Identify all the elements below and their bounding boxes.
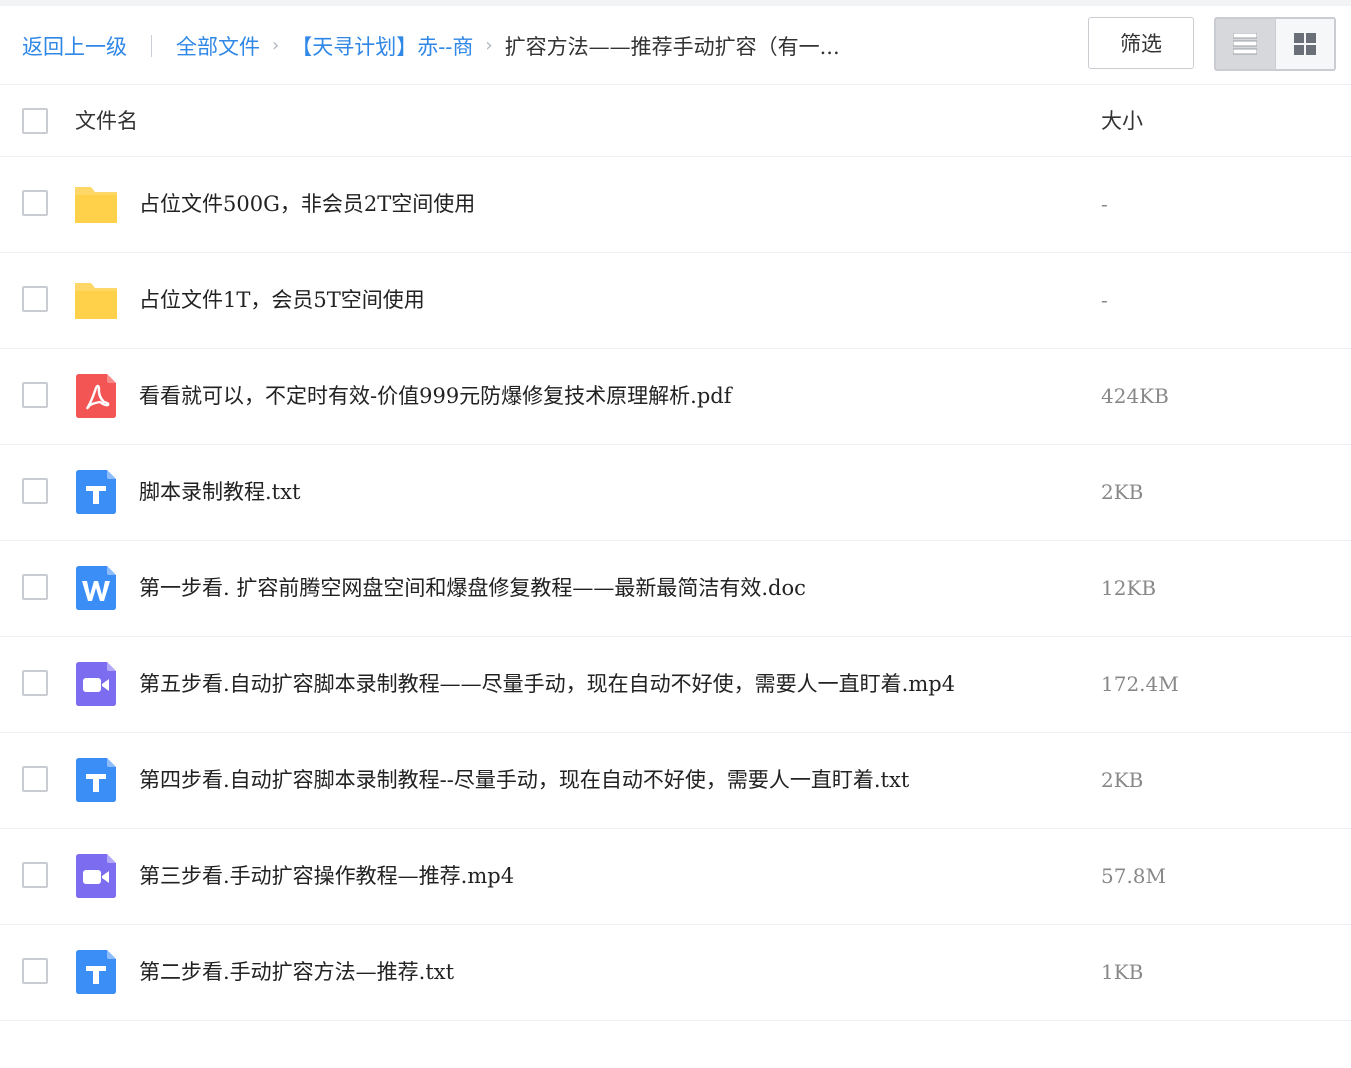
breadcrumb-parent-folder[interactable]: 【天寻计划】赤--商 [291, 31, 473, 61]
pdf-file-icon [76, 374, 116, 418]
file-name[interactable]: 第二步看.手动扩容方法—推荐.txt [139, 925, 454, 1019]
file-checkbox[interactable] [22, 382, 48, 408]
file-name[interactable]: 第五步看.自动扩容脚本录制教程——尽量手动，现在自动不好使，需要人一直盯着.mp… [139, 637, 955, 731]
file-checkbox[interactable] [22, 670, 48, 696]
file-row[interactable]: 占位文件1T，会员5T空间使用 - [0, 253, 1351, 349]
file-name[interactable]: 看看就可以，不定时有效-价值999元防爆修复技术原理解析.pdf [139, 349, 732, 443]
file-size: 1KB [1101, 960, 1144, 984]
select-all-checkbox[interactable] [22, 108, 48, 134]
file-name[interactable]: 占位文件1T，会员5T空间使用 [139, 253, 425, 347]
file-row[interactable]: 占位文件500G，非会员2T空间使用 - [0, 157, 1351, 253]
file-row[interactable]: 第四步看.自动扩容脚本录制教程--尽量手动，现在自动不好使，需要人一直盯着.tx… [0, 733, 1351, 829]
file-checkbox[interactable] [22, 478, 48, 504]
back-link[interactable]: 返回上一级 [22, 31, 127, 61]
word-file-icon [76, 566, 116, 610]
file-size: 12KB [1101, 576, 1157, 600]
file-size: 2KB [1101, 480, 1144, 504]
file-checkbox[interactable] [22, 862, 48, 888]
chevron-right-icon: › [272, 35, 280, 56]
file-row[interactable]: 第五步看.自动扩容脚本录制教程——尽量手动，现在自动不好使，需要人一直盯着.mp… [0, 637, 1351, 733]
file-list-header: 文件名 大小 [0, 86, 1351, 157]
file-size: - [1101, 192, 1108, 216]
toolbar: 返回上一级 全部文件 › 【天寻计划】赤--商 › 扩容方法——推荐手动扩容（有… [0, 6, 1351, 85]
file-size: 2KB [1101, 768, 1144, 792]
file-row[interactable]: 第三步看.手动扩容操作教程—推荐.mp4 57.8M [0, 829, 1351, 925]
file-size: 424KB [1101, 384, 1169, 408]
view-mode-toggle [1214, 17, 1336, 71]
grid-view-button[interactable] [1274, 19, 1334, 69]
file-checkbox[interactable] [22, 286, 48, 312]
breadcrumb: 返回上一级 全部文件 › 【天寻计划】赤--商 › 扩容方法——推荐手动扩容（有… [22, 6, 840, 85]
file-checkbox[interactable] [22, 766, 48, 792]
folder-icon [75, 283, 117, 319]
file-name[interactable]: 第四步看.自动扩容脚本录制教程--尽量手动，现在自动不好使，需要人一直盯着.tx… [139, 733, 909, 827]
file-size: - [1101, 288, 1108, 312]
file-row[interactable]: 第二步看.手动扩容方法—推荐.txt 1KB [0, 925, 1351, 1021]
file-row[interactable]: 看看就可以，不定时有效-价值999元防爆修复技术原理解析.pdf 424KB [0, 349, 1351, 445]
file-name[interactable]: 占位文件500G，非会员2T空间使用 [139, 157, 475, 251]
file-checkbox[interactable] [22, 958, 48, 984]
video-file-icon [76, 854, 116, 898]
file-size: 172.4M [1101, 672, 1179, 696]
filter-button[interactable]: 筛选 [1088, 17, 1194, 69]
text-file-icon [76, 470, 116, 514]
list-view-icon [1233, 33, 1258, 55]
chevron-right-icon: › [485, 35, 493, 56]
text-file-icon [76, 758, 116, 802]
file-name[interactable]: 第三步看.手动扩容操作教程—推荐.mp4 [139, 829, 514, 923]
folder-icon [75, 187, 117, 223]
grid-view-icon [1293, 33, 1316, 55]
column-header-size[interactable]: 大小 [1101, 86, 1143, 156]
list-view-button[interactable] [1216, 19, 1275, 69]
file-name[interactable]: 脚本录制教程.txt [139, 445, 300, 539]
text-file-icon [76, 950, 116, 994]
column-header-name[interactable]: 文件名 [75, 86, 138, 156]
file-row[interactable]: 脚本录制教程.txt 2KB [0, 445, 1351, 541]
file-size: 57.8M [1101, 864, 1167, 888]
breadcrumb-all-files[interactable]: 全部文件 [176, 31, 260, 61]
file-checkbox[interactable] [22, 190, 48, 216]
file-name[interactable]: 第一步看. 扩容前腾空网盘空间和爆盘修复教程——最新最简洁有效.doc [139, 541, 806, 635]
video-file-icon [76, 662, 116, 706]
breadcrumb-current-folder: 扩容方法——推荐手动扩容（有一... [504, 34, 840, 59]
file-row[interactable]: 第一步看. 扩容前腾空网盘空间和爆盘修复教程——最新最简洁有效.doc 12KB [0, 541, 1351, 637]
file-list: 占位文件500G，非会员2T空间使用 - 占位文件1T，会员5T空间使用 - 看… [0, 157, 1351, 1021]
breadcrumb-divider [151, 34, 152, 57]
file-checkbox[interactable] [22, 574, 48, 600]
